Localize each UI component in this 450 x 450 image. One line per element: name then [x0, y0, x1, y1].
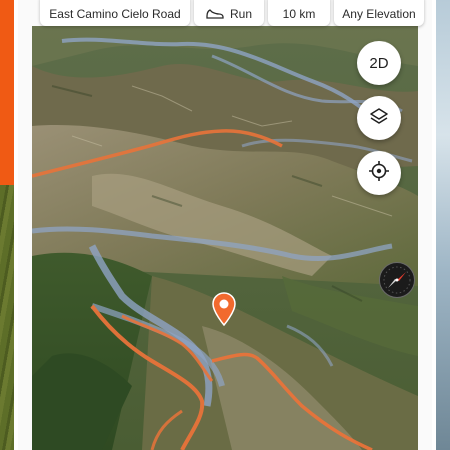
- app-screen: East Camino Cielo Road Run 10 km Any Ele…: [18, 0, 432, 450]
- compass-icon[interactable]: [379, 262, 415, 298]
- activity-filter[interactable]: Run: [194, 0, 264, 26]
- elevation-filter[interactable]: Any Elevation: [334, 0, 424, 26]
- layers-button[interactable]: [357, 96, 401, 140]
- left-strip-orange: [0, 0, 14, 185]
- distance-filter-label: 10 km: [282, 7, 316, 21]
- location-pin-icon[interactable]: [210, 292, 238, 327]
- distance-filter[interactable]: 10 km: [268, 0, 330, 26]
- left-background-strip: [0, 0, 14, 450]
- layers-icon: [369, 106, 389, 130]
- locate-me-button[interactable]: [357, 151, 401, 195]
- filter-bar: East Camino Cielo Road Run 10 km Any Ele…: [32, 0, 432, 26]
- terrain-map-graphic: [32, 26, 418, 450]
- view-mode-toggle-button[interactable]: 2D: [357, 41, 401, 85]
- left-strip-texture: [0, 185, 14, 450]
- location-filter-label: East Camino Cielo Road: [49, 7, 181, 21]
- shoe-icon: [206, 7, 224, 22]
- crosshair-icon: [368, 160, 390, 186]
- right-background-strip: [436, 0, 450, 450]
- elevation-filter-label: Any Elevation: [342, 7, 416, 21]
- terrain-map[interactable]: [32, 26, 418, 450]
- activity-filter-label: Run: [229, 7, 252, 21]
- view-mode-label: 2D: [369, 54, 389, 72]
- location-filter[interactable]: East Camino Cielo Road: [40, 0, 190, 26]
